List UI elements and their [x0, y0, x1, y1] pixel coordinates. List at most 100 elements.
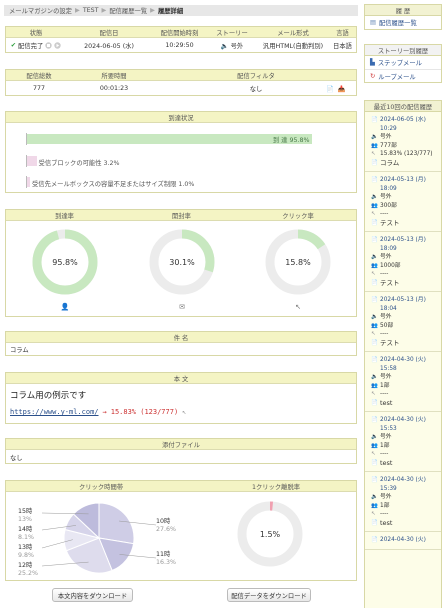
cursor-icon: ↖ — [295, 303, 301, 311]
document-icon: 📄 — [371, 399, 378, 406]
status-cell: ✔ 配信完了 — [6, 41, 66, 50]
attachment-panel: 添付ファイル なし — [5, 438, 357, 464]
pie-hour-label: 12時 — [18, 561, 33, 569]
recent-history-date: 📄 2024-04-30 (火) — [371, 536, 441, 545]
step-mail-label: ステップメール — [377, 60, 422, 67]
recent-history-name: 📄 テスト — [371, 279, 441, 288]
users-icon: 👥 — [371, 442, 378, 449]
recent-history-story-text: 号外 — [380, 434, 392, 440]
speaker-icon: 🔈 — [371, 494, 378, 500]
format-value: 汎用HTML(自動判別) — [262, 43, 324, 50]
arrow-icon: → — [102, 408, 107, 416]
breadcrumb-item-test[interactable]: TEST — [83, 7, 99, 14]
speaker-icon: 🔈 — [371, 434, 378, 440]
recent-history-rate: ↖ ---- — [371, 330, 441, 339]
breadcrumb-item-current: 履歴詳細 — [157, 8, 184, 15]
recent-history-entry[interactable]: 📄 2024-04-30 (火) — [365, 532, 441, 550]
recent-history-date: 📄 2024-04-30 (火) — [371, 416, 441, 425]
users-icon: 👥 — [371, 382, 378, 389]
start-time-value: 10:29:50 — [165, 42, 194, 49]
recent-history-story: 🔈 号外 — [371, 373, 441, 382]
speaker-icon: 🔈 — [371, 314, 378, 320]
recent-history-rate-text: ---- — [380, 211, 389, 217]
rate-title-reach: 到達率 — [55, 212, 74, 220]
donut-value-label: 95.8% — [52, 258, 78, 267]
recent-history-date-text: 2024-05-13 (月) — [380, 177, 426, 183]
body-link[interactable]: https://www.y-ml.com/ — [10, 408, 99, 416]
breadcrumb-item-history-list[interactable]: 配信履歴一覧 — [109, 6, 147, 15]
col-story: ストーリー — [216, 29, 248, 37]
history-list-link[interactable]: ▤ 配信履歴一覧 — [365, 16, 441, 29]
delivery-bar — [27, 134, 313, 144]
recent-history-time-text: 15:58 — [380, 365, 397, 372]
subject-value: コラム — [10, 347, 29, 354]
recent-history-name: 📄 テスト — [371, 339, 441, 348]
pie-hour-label: 10時 — [156, 517, 171, 525]
recent-history-story-text: 号外 — [380, 254, 392, 260]
story-value: 号外 — [230, 43, 244, 50]
recent-history-count-text: 1000部 — [380, 262, 401, 269]
col-start-time: 配信開始時刻 — [160, 29, 199, 37]
recent-history-time: 15:58 — [371, 365, 441, 374]
loop-mail-link[interactable]: ↻ ループメール — [365, 69, 441, 82]
recent-history-name-text: テスト — [380, 338, 400, 347]
recent-history-story-text: 号外 — [380, 374, 392, 380]
stop-icon[interactable] — [45, 42, 52, 49]
play-icon[interactable] — [54, 42, 61, 49]
recent-history-time: 18:04 — [371, 305, 441, 314]
recent-history-entry[interactable]: 📄 2024-04-30 (火) 15:53 🔈 号外 👥 1部 ↖ ---- 📄 test — [365, 412, 441, 472]
recent-history-rate-text: ---- — [380, 391, 389, 397]
download-icon[interactable]: 📥 — [338, 85, 346, 93]
recent-history-name: 📄 test — [371, 459, 441, 468]
col-filter: 配信フィルタ — [237, 72, 275, 80]
history-list-label: 配信履歴一覧 — [378, 20, 417, 27]
col-total: 配信総数 — [26, 72, 52, 80]
cursor-icon: ↖ — [371, 331, 376, 337]
recent-history-story: 🔈 号外 — [371, 193, 441, 202]
delivery-bar-label: 到 達 95.8% — [272, 137, 310, 144]
breadcrumb-item-settings[interactable]: メールマガジンの設定 — [9, 6, 72, 15]
recent-history-name: 📄 test — [371, 399, 441, 408]
recent-history-date-text: 2024-04-30 (火) — [380, 477, 426, 483]
recent-history-count: 👥 300部 — [371, 202, 441, 211]
summary-data-row: ✔ 配信完了 2024-06-05 (水) 10:29:50 🔈 号外 汎用HT… — [6, 38, 356, 53]
delivery-bar — [27, 177, 30, 187]
recent-history-date: 📄 2024-04-30 (火) — [371, 476, 441, 485]
speaker-icon: 🔈 — [371, 134, 378, 140]
recent-history-entry[interactable]: 📄 2024-06-05 (水) 10:29 🔈 号外 👥 777部 ↖ 15.83% (123… — [365, 112, 441, 172]
summary2-data-row: 777 00:01:23 なし 📄 📥 — [6, 81, 356, 96]
recent-history-date: 📄 2024-05-13 (月) — [371, 176, 441, 185]
cursor-icon: ↖ — [371, 211, 376, 217]
recent-history-count-text: 777部 — [380, 142, 397, 149]
recent-history-rate: ↖ ---- — [371, 510, 441, 519]
recent-history-date-text: 2024-05-13 (月) — [380, 237, 426, 243]
recent-history-entry[interactable]: 📄 2024-05-13 (月) 18:09 🔈 号外 👥 300部 ↖ ---- 📄 テスト — [365, 172, 441, 232]
step-icon: ▙ — [370, 59, 375, 66]
recent-history-time: 10:29 — [371, 125, 441, 134]
download-body-button[interactable]: 本文内容をダウンロード — [52, 588, 133, 602]
recent-history-name: 📄 テスト — [371, 219, 441, 228]
attachment-value: なし — [10, 455, 23, 462]
recent-history-entry[interactable]: 📄 2024-04-30 (火) 15:39 🔈 号外 👥 1部 ↖ ---- 📄 test — [365, 472, 441, 532]
calendar-icon: 📄 — [371, 537, 378, 543]
recent-history-entry[interactable]: 📄 2024-04-30 (火) 15:58 🔈 号外 👥 1部 ↖ ---- 📄 test — [365, 352, 441, 412]
recent-history-time-text: 10:29 — [380, 125, 397, 132]
document-icon: 📄 — [371, 519, 378, 526]
recent-history-date: 📄 2024-05-13 (月) — [371, 296, 441, 305]
pie-percent-label: 13% — [18, 516, 32, 523]
document-icon[interactable]: 📄 — [326, 85, 334, 93]
recent-history-date: 📄 2024-06-05 (水) — [371, 116, 441, 125]
recent-history-time-text: 15:53 — [380, 425, 397, 432]
rates-chart: 95.8% 👤 30.1% ✉ 15.8% ↖ — [32, 229, 331, 311]
download-data-button[interactable]: 配信データをダウンロード — [227, 588, 311, 602]
document-icon: 📄 — [371, 279, 378, 286]
step-mail-link[interactable]: ▙ ステップメール — [365, 56, 441, 69]
recent-history-entry[interactable]: 📄 2024-05-13 (月) 18:04 🔈 号外 👥 50部 ↖ ---- 📄 テスト — [365, 292, 441, 352]
calendar-icon: 📄 — [371, 237, 378, 243]
col-duration: 所要時間 — [101, 72, 127, 80]
recent-history-rate-text: ---- — [380, 271, 389, 277]
total-value: 777 — [32, 85, 46, 92]
delivery-panel: 到達状況 到 達 95.8% 受信ブロックの可能性 3.2% 受信先メールボックスの… — [5, 111, 357, 193]
recent-history-entry[interactable]: 📄 2024-05-13 (月) 18:09 🔈 号外 👥 1000部 ↖ ---- 📄 テスト — [365, 232, 441, 292]
calendar-icon: 📄 — [371, 117, 378, 123]
